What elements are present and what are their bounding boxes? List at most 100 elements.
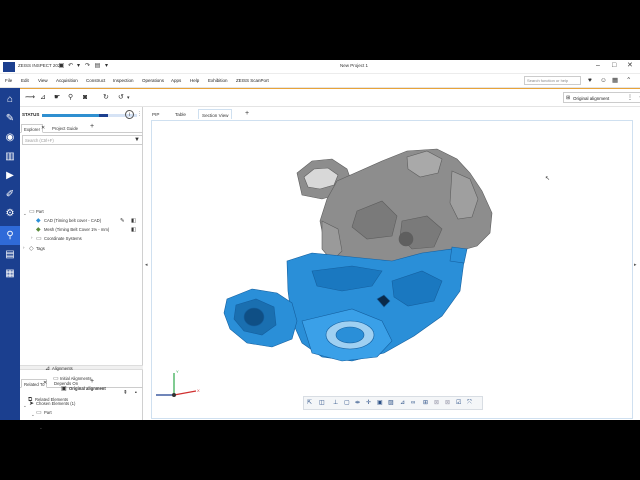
gift-icon[interactable]: ♥ [588, 77, 592, 84]
brush-icon[interactable]: ✐ [0, 185, 20, 204]
deviation-icon[interactable]: ⇹ [355, 400, 360, 407]
menu-apps[interactable]: Apps [171, 78, 181, 83]
select-icon[interactable]: ⇱ [307, 400, 312, 407]
tab-explorer[interactable]: Explorer [21, 124, 44, 133]
minimize-button[interactable]: – [596, 62, 600, 70]
point-icon[interactable]: ✛ [366, 400, 371, 407]
tree-item-coordinate-systems[interactable]: Coordinate Systems [44, 235, 82, 243]
collapse-left-icon[interactable]: ◂ [145, 262, 148, 268]
menu-zeiss-scanport[interactable]: ZEISS ScanPort [236, 78, 269, 83]
tree-item-tags[interactable]: Tags [36, 245, 45, 253]
menu-exhibition[interactable]: Exhibition [208, 78, 228, 83]
customize-icon[interactable]: ▾ [103, 63, 110, 70]
menu-operations[interactable]: Operations [142, 78, 164, 83]
layout-icon[interactable]: ▦ [612, 77, 618, 84]
caret-down-icon[interactable]: ⌄ [31, 412, 35, 418]
camera-icon[interactable]: ▶ [0, 166, 20, 185]
library-icon[interactable]: ▥ [0, 147, 20, 166]
grid-icon[interactable]: ⊞ [423, 400, 428, 407]
close-tab-icon[interactable]: ✕ [43, 380, 47, 386]
close-tab-icon[interactable]: ✕ [41, 125, 45, 131]
pointer-icon[interactable]: ☛ [54, 94, 60, 102]
view-icon[interactable]: ◫ [319, 400, 325, 407]
tab-project-guide[interactable]: Project Guide [50, 124, 80, 133]
surface-icon[interactable]: ▢ [344, 400, 350, 407]
link-icon[interactable]: ∞ [411, 400, 415, 407]
tag-icon: ◇ [29, 246, 34, 252]
folder-icon: ▭ [36, 410, 42, 416]
inspection-icon[interactable]: ⚲ [0, 226, 20, 245]
menu-edit[interactable]: Edit [21, 78, 29, 83]
acquisition-icon[interactable]: ◉ [0, 128, 20, 147]
caret-right-icon[interactable]: › [31, 235, 33, 240]
home-icon[interactable]: ⌂ [0, 90, 20, 109]
panel-menu-icon[interactable]: ⋮ [137, 111, 142, 117]
tab-table[interactable]: Table [172, 109, 189, 119]
zoom-icon[interactable]: ⚲ [68, 94, 73, 102]
info-button[interactable]: i [125, 110, 134, 119]
recompute-dropdown-icon[interactable]: ▾ [127, 94, 130, 102]
edit-icon[interactable]: ✎ [120, 217, 125, 225]
mesh-model [223, 246, 468, 362]
function-search-input[interactable]: Search function or help [524, 76, 581, 85]
filter-icon[interactable]: ▼ [134, 137, 140, 143]
toolbar: ⟿ ⊿ ☛ ⚲ ◙ ↻ ↺ ▾ ⊞ Original alignment ▾ ⋮ [20, 89, 640, 107]
explorer-search-input[interactable]: Search (Ctrl+F) [22, 135, 143, 145]
tab-depends-on[interactable]: Depends On [52, 379, 80, 388]
menu-bar: File Edit View Acquisition Construct Ins… [0, 74, 640, 88]
image-icon[interactable]: ▨ [388, 400, 394, 407]
caret-down-icon[interactable]: ⌄ [23, 403, 27, 409]
menu-view[interactable]: View [38, 78, 48, 83]
maximize-button[interactable]: □ [612, 62, 616, 70]
lock-icon[interactable]: ▪ [135, 389, 137, 397]
check-icon[interactable]: ☑ [456, 400, 461, 407]
measure-icon[interactable]: ⟿ [25, 94, 35, 102]
user-icon[interactable]: ☺ [600, 77, 607, 84]
redo-dropdown-icon[interactable]: ▾ [75, 63, 82, 70]
apps-icon[interactable]: ▦ [0, 264, 20, 283]
save-icon[interactable]: ▣ [58, 63, 65, 70]
visibility-icon[interactable]: ◧ [131, 217, 136, 225]
refresh-icon[interactable]: ↻ [103, 94, 109, 102]
measure-icon[interactable]: ⊿ [400, 400, 405, 407]
add-tab-icon[interactable]: + [90, 123, 94, 130]
add-view-tab-button[interactable]: + [242, 109, 252, 119]
report-icon[interactable]: ▤ [0, 245, 20, 264]
redo-icon[interactable]: ↷ [84, 63, 91, 70]
caret-down-icon[interactable]: ⌄ [23, 211, 27, 217]
menu-help[interactable]: Help [190, 78, 199, 83]
add-tab-icon[interactable]: + [90, 378, 94, 385]
tab-pip[interactable]: PIP [149, 109, 162, 119]
recompute-icon[interactable]: ↺ [118, 94, 124, 102]
pin-icon[interactable]: ⇞ [123, 389, 128, 397]
collapse-ribbon-icon[interactable]: ⌃ [626, 77, 631, 84]
menu-file[interactable]: File [5, 78, 12, 83]
close-button[interactable]: ✕ [627, 62, 633, 70]
robot-icon[interactable]: ⚙ [0, 204, 20, 223]
section-cut-icon[interactable]: ⊥ [333, 400, 338, 407]
collapse-right-icon[interactable]: ▸ [634, 262, 637, 268]
panel-splitter[interactable] [20, 365, 143, 370]
caret-right-icon[interactable]: › [23, 245, 25, 250]
tree-item-part[interactable]: Part [44, 409, 52, 417]
tree-item-part[interactable]: Part [36, 208, 44, 216]
screenshot-icon[interactable]: ◙ [83, 94, 87, 102]
fit-icon[interactable]: ⤧ [467, 400, 472, 407]
menu-acquisition[interactable]: Acquisition [56, 78, 78, 83]
menu-inspection[interactable]: Inspection [113, 78, 134, 83]
3d-viewport[interactable]: ↖ [151, 120, 633, 419]
zeiss-logo-icon [3, 62, 15, 72]
more-icon[interactable]: ⋮ [627, 94, 633, 102]
caret-down-icon[interactable]: ⌄ [39, 425, 43, 431]
tab-section-view[interactable]: Section View [198, 109, 233, 119]
undo-icon[interactable]: ↶ [67, 63, 74, 70]
quick-access-icon[interactable]: ▤ [94, 63, 101, 70]
tree-item-cad[interactable]: CAD (Timing belt cover - CAD) [44, 217, 101, 225]
tools-icon[interactable]: ✎ [0, 109, 20, 128]
tree-item-mesh[interactable]: Mesh (Timing Belt Cover 1% - mm) [44, 226, 109, 234]
box-icon[interactable]: ▣ [377, 400, 383, 407]
visibility-icon[interactable]: ◧ [131, 226, 136, 234]
tree-item-chosen-elements[interactable]: Chosen Elements (1) [36, 400, 75, 408]
menu-construct[interactable]: Construct [86, 78, 105, 83]
section-icon[interactable]: ⊿ [40, 94, 46, 102]
